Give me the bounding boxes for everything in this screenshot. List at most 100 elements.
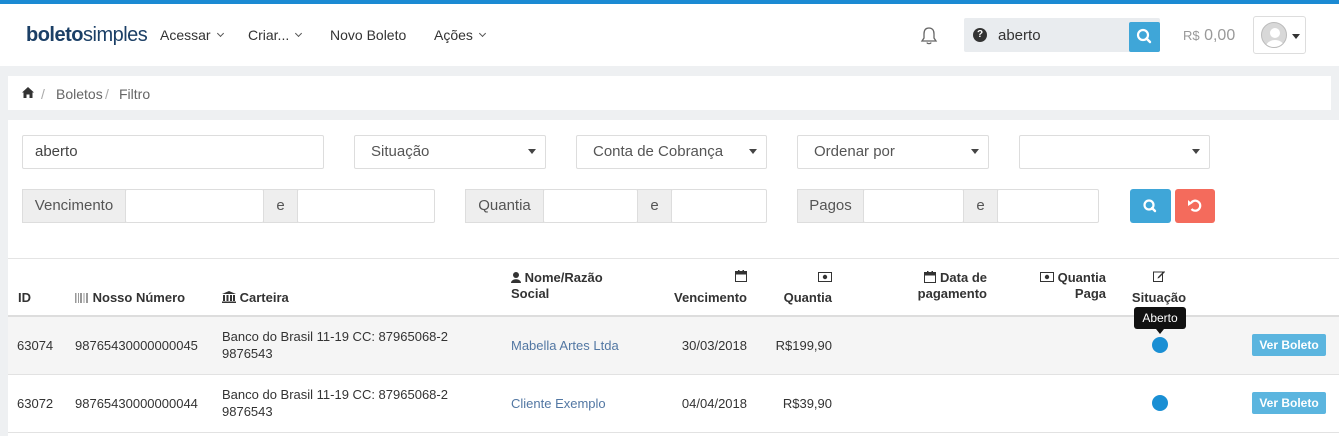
status-indicator[interactable] <box>1152 395 1168 411</box>
nav-novo-boleto[interactable]: Novo Boleto <box>330 27 406 43</box>
ordenar-select[interactable]: Ordenar por <box>797 135 989 169</box>
cell-carteira-line2: 9876543 <box>222 346 273 361</box>
cell-nosso-numero: 98765430000000044 <box>75 396 198 411</box>
navbar: boletosimples Acessar Criar... Novo Bole… <box>0 4 1339 66</box>
th-nosso-numero[interactable]: Nosso Número <box>75 290 185 306</box>
breadcrumb: / Boletos / Filtro <box>8 76 1331 110</box>
breadcrumb-boletos[interactable]: Boletos <box>56 86 103 102</box>
situacao-select-label: Situação <box>371 143 430 160</box>
th-nome[interactable]: Nome/Razão Social <box>511 270 603 302</box>
status-tooltip: Aberto <box>1134 307 1186 334</box>
nav-criar-label: Criar... <box>248 27 290 43</box>
breadcrumb-separator: / <box>41 86 45 102</box>
th-carteira[interactable]: Carteira <box>222 290 289 306</box>
filter-reset-button[interactable] <box>1175 189 1215 223</box>
th-carteira-label: Carteira <box>239 290 289 305</box>
conta-cobranca-select[interactable]: Conta de Cobrança <box>576 135 767 169</box>
nav-novo-boleto-label: Novo Boleto <box>330 27 407 43</box>
vencimento-to-input[interactable] <box>297 189 435 223</box>
undo-icon <box>1188 199 1202 212</box>
th-data-pagamento[interactable]: Data de pagamento <box>888 270 987 302</box>
th-vencimento[interactable]: Vencimento <box>658 270 747 306</box>
search-input[interactable] <box>998 18 1128 52</box>
dropdown-arrow-icon <box>528 149 536 154</box>
cell-quantia: R$199,90 <box>775 338 832 353</box>
nav-acoes[interactable]: Ações <box>434 27 486 43</box>
cell-id: 63072 <box>17 396 54 411</box>
ver-boleto-button[interactable]: Ver Boleto <box>1252 392 1326 414</box>
barcode-icon <box>75 293 88 303</box>
situacao-select[interactable]: Situação <box>354 135 546 169</box>
vencimento-from-input[interactable] <box>125 189 264 223</box>
balance-currency: R$ <box>1183 28 1200 43</box>
section-divider <box>8 258 1339 259</box>
pagos-to-input[interactable] <box>997 189 1099 223</box>
extra-select[interactable] <box>1019 135 1210 169</box>
money-icon <box>818 272 832 282</box>
logo-part2: simples <box>83 24 148 46</box>
user-icon <box>1266 28 1284 47</box>
cell-nome[interactable]: Mabella Artes Ltda <box>511 337 619 354</box>
th-data-line1: Data de <box>940 270 987 285</box>
vencimento-and-addon: e <box>263 189 298 223</box>
ver-boleto-button[interactable]: Ver Boleto <box>1252 334 1326 356</box>
caret-down-icon <box>1292 34 1300 39</box>
cell-nosso-numero: 98765430000000045 <box>75 338 198 353</box>
home-icon[interactable] <box>22 87 34 98</box>
nav-acessar[interactable]: Acessar <box>160 27 224 43</box>
th-data-line2: pagamento <box>917 286 987 301</box>
avatar <box>1261 22 1287 48</box>
balance: R$ 0,00 <box>1183 27 1235 45</box>
quantia-and-addon: e <box>637 189 672 223</box>
cell-carteira-line1: Banco do Brasil 11-19 CC: 87965068-2 <box>222 387 448 402</box>
cell-nome[interactable]: Cliente Exemplo <box>511 395 606 412</box>
search-button[interactable] <box>1129 22 1160 52</box>
pagos-from-input[interactable] <box>863 189 964 223</box>
logo[interactable]: boletosimples <box>26 24 148 47</box>
filter-results-panel: aberto Situação Conta de Cobrança Ordena… <box>8 120 1339 436</box>
nav-acessar-label: Acessar <box>160 27 211 43</box>
th-nome-line1: Nome/Razão <box>524 270 603 285</box>
dropdown-arrow-icon <box>971 149 979 154</box>
cell-carteira-line1: Banco do Brasil 11-19 CC: 87965068-2 <box>222 329 448 344</box>
breadcrumb-filtro: Filtro <box>119 86 151 102</box>
pagos-and-addon: e <box>963 189 998 223</box>
nav-acoes-label: Ações <box>434 27 473 43</box>
th-quantia-paga-line1: Quantia <box>1057 270 1106 285</box>
th-situacao-label: Situação <box>1131 290 1187 305</box>
filter-search-button[interactable] <box>1130 189 1171 223</box>
th-quantia[interactable]: Quantia <box>758 270 832 306</box>
quantia-from-input[interactable] <box>543 189 638 223</box>
cell-quantia: R$39,90 <box>782 396 832 411</box>
cell-vencimento: 04/04/2018 <box>681 396 747 411</box>
pagos-addon: Pagos <box>797 189 864 223</box>
money-icon <box>1039 272 1054 282</box>
ordenar-select-label: Ordenar por <box>814 143 895 160</box>
quantia-to-input[interactable] <box>671 189 767 223</box>
dropdown-arrow-icon <box>749 149 757 154</box>
chevron-down-icon <box>295 29 303 37</box>
table-row: 63072 98765430000000044 Banco do Brasil … <box>8 375 1339 432</box>
vencimento-addon: Vencimento <box>22 189 126 223</box>
th-quantia-label: Quantia <box>783 290 832 305</box>
conta-cobranca-select-label: Conta de Cobrança <box>593 143 724 160</box>
chevron-down-icon <box>216 29 224 37</box>
cell-carteira-line2: 9876543 <box>222 404 273 419</box>
user-menu-button[interactable] <box>1253 16 1306 54</box>
logo-part1: boleto <box>26 24 84 46</box>
query-field[interactable]: aberto <box>22 135 324 169</box>
bell-icon[interactable] <box>920 26 938 46</box>
nav-criar[interactable]: Criar... <box>248 27 303 43</box>
th-quantia-paga[interactable]: Quantia Paga <box>1018 270 1106 302</box>
th-situacao[interactable]: Situação <box>1123 270 1195 306</box>
question-circle-icon[interactable]: ? <box>973 28 987 42</box>
status-indicator[interactable] <box>1152 337 1168 353</box>
cell-vencimento: 30/03/2018 <box>681 338 747 353</box>
chevron-down-icon <box>478 29 486 37</box>
th-nosso-numero-label: Nosso Número <box>92 290 186 305</box>
bank-icon <box>222 291 236 303</box>
th-id[interactable]: ID <box>18 290 31 306</box>
th-quantia-paga-line2: Paga <box>1074 286 1106 301</box>
search-icon <box>1136 28 1152 44</box>
user-icon <box>511 272 521 283</box>
